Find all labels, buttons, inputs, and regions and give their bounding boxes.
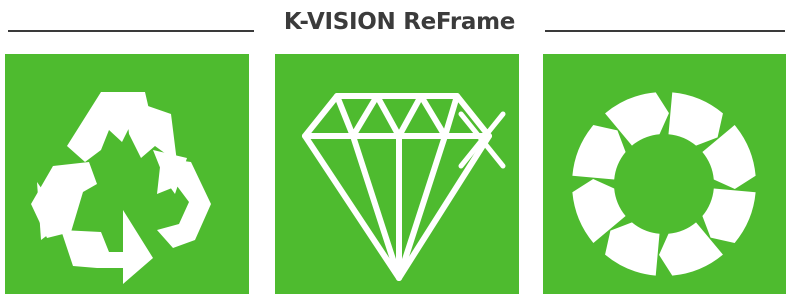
right-divider-line (545, 30, 785, 32)
left-divider-line (8, 30, 254, 32)
recycle-icon (5, 54, 249, 294)
circular-tile (543, 54, 786, 294)
diamond-tile (275, 54, 519, 294)
recycle-tile (5, 54, 249, 294)
diamond-icon (275, 54, 519, 294)
header: K-VISION ReFrame (0, 0, 786, 44)
page-title: K-VISION ReFrame (283, 9, 516, 35)
circular-arrows-icon (543, 54, 786, 294)
